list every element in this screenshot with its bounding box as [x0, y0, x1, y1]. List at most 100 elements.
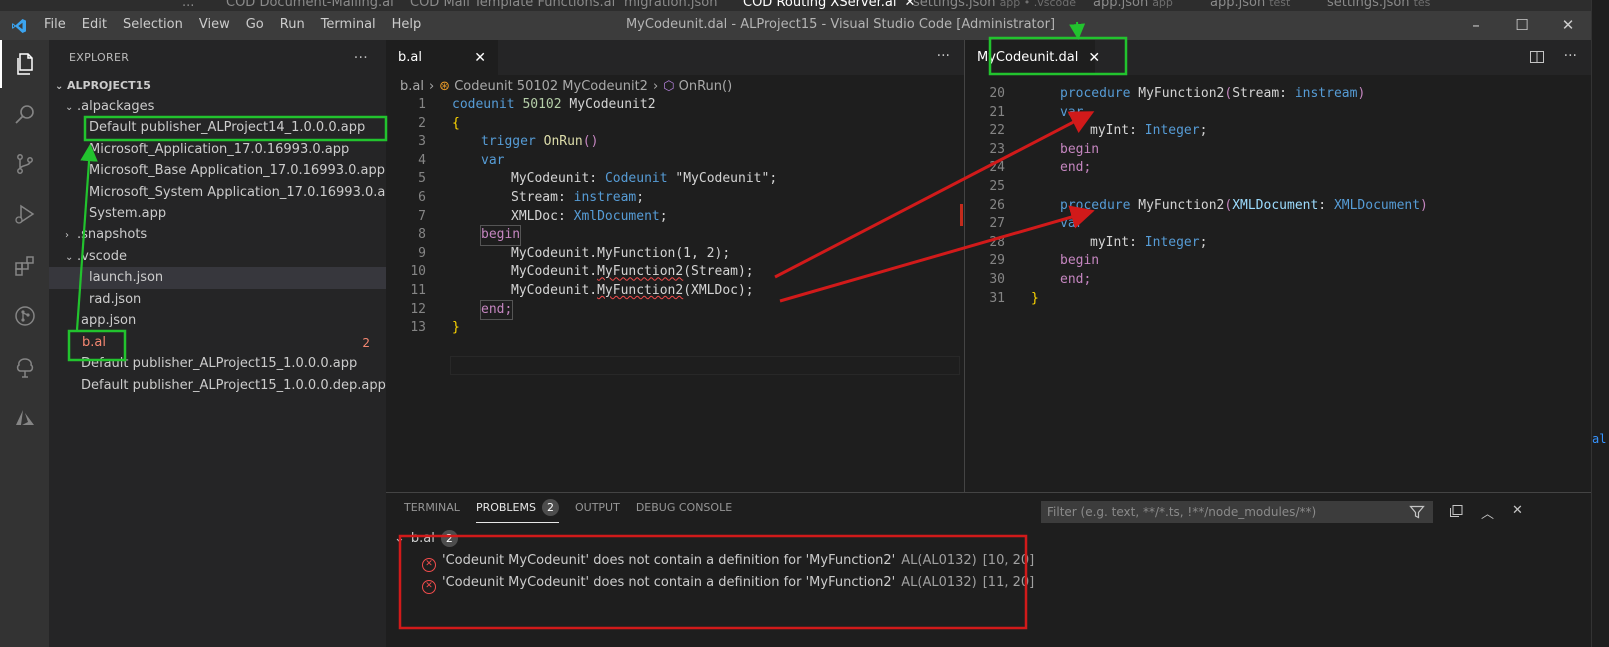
- panel-tabs: TERMINAL PROBLEMS 2 OUTPUT DEBUG CONSOLE: [404, 499, 748, 523]
- tree-item-file-selected[interactable]: launch.json: [49, 267, 386, 289]
- project-root[interactable]: ⌄ ALPROJECT15: [49, 75, 386, 97]
- tab-problems[interactable]: PROBLEMS 2: [475, 499, 559, 523]
- tree-item-file[interactable]: Default publisher_ALProject15_1.0.0.0.de…: [49, 375, 386, 397]
- code-line: end;: [1060, 272, 1092, 287]
- tree-item-file[interactable]: Default publisher_ALProject15_1.0.0.0.ap…: [49, 353, 386, 375]
- background-tab[interactable]: settings.json tes: [1327, 0, 1430, 10]
- chevron-right-icon: ›: [652, 79, 659, 94]
- problems-file-group[interactable]: ⌄ b.al 2: [394, 528, 458, 550]
- collapse-all-icon[interactable]: [1448, 503, 1464, 519]
- code-line: {: [452, 115, 460, 131]
- problem-item[interactable]: ✕ 'Codeunit MyCodeunit' does not contain …: [422, 550, 1034, 572]
- line-number: 21: [989, 104, 1005, 120]
- line-number: 13: [410, 320, 426, 336]
- breadcrumb-file[interactable]: b.al: [400, 79, 424, 94]
- background-tab-sub: test: [1269, 0, 1291, 9]
- line-number: 20: [989, 86, 1005, 101]
- problems-count-badge: 2: [541, 499, 559, 516]
- right-edge-strip: al: [1591, 0, 1609, 647]
- background-tab[interactable]: settings.json app • .vscode: [913, 0, 1076, 10]
- problem-source: AL(AL0132): [901, 575, 977, 590]
- tree-item-label: .snapshots: [77, 227, 148, 242]
- breadcrumb-codeunit[interactable]: Codeunit 50102 MyCodeunit2: [454, 79, 648, 94]
- more-actions-icon[interactable]: ···: [937, 48, 950, 64]
- current-line-highlight: [450, 356, 960, 375]
- tab-b-al[interactable]: b.al ✕: [386, 40, 498, 75]
- search-icon[interactable]: [0, 90, 49, 138]
- tree-item-folder[interactable]: › .snapshots: [49, 224, 386, 246]
- git-icon[interactable]: [0, 292, 49, 340]
- background-tab-strip: ... COD Document-Mailing.al COD Mail Tem…: [0, 0, 1609, 11]
- tree-icon[interactable]: [0, 344, 49, 392]
- maximize-panel-icon[interactable]: ︿: [1481, 503, 1494, 522]
- tree-item-file[interactable]: Microsoft_System Application_17.0.16993.…: [49, 182, 402, 204]
- code-line: var: [481, 152, 505, 168]
- background-tab[interactable]: migration.json: [624, 0, 717, 10]
- filter-icon[interactable]: [1409, 504, 1425, 520]
- tab-mycodeunit-dal[interactable]: MyCodeunit.dal ✕: [965, 40, 1100, 75]
- code-editor-left[interactable]: 1 codeunit 50102 MyCodeunit2 2 { 3 trigger …: [386, 96, 964, 486]
- close-icon[interactable]: ✕: [1088, 50, 1100, 66]
- azure-icon[interactable]: [0, 394, 49, 442]
- tab-label: MyCodeunit.dal: [977, 50, 1079, 65]
- tree-item-file[interactable]: rad.json: [49, 289, 386, 311]
- line-number: 4: [418, 152, 426, 168]
- close-window-button[interactable]: ✕: [1545, 11, 1591, 40]
- tree-item-label: System.app: [89, 206, 167, 221]
- problem-location: [11, 20]: [982, 575, 1035, 590]
- problems-file-label: b.al: [410, 531, 435, 546]
- extensions-icon[interactable]: [0, 242, 49, 290]
- code-line: myInt: Integer;: [1090, 234, 1208, 250]
- close-icon[interactable]: ✕: [474, 50, 486, 66]
- more-actions-icon[interactable]: ···: [354, 50, 368, 66]
- explorer-icon[interactable]: [0, 40, 49, 88]
- line-number: 27: [989, 216, 1005, 232]
- tree-item-file[interactable]: System.app: [49, 203, 386, 225]
- line-number: 31: [989, 290, 1005, 306]
- tree-item-folder[interactable]: ⌄ .vscode: [49, 246, 386, 268]
- line-number: 9: [418, 245, 426, 261]
- chevron-right-icon: ›: [428, 79, 435, 94]
- background-tab-active[interactable]: COD Routing XServer.al ✕: [743, 0, 915, 10]
- code-line: }: [452, 320, 460, 336]
- tab-label: b.al: [398, 50, 422, 65]
- run-debug-icon[interactable]: [0, 190, 49, 238]
- tree-item-file[interactable]: Microsoft_Base Application_17.0.16993.0.…: [49, 160, 386, 182]
- line-number: 8: [418, 227, 426, 243]
- line-number: 10: [410, 264, 426, 280]
- editor-group-left: b.al ✕ ··· b.al › ⊛ Codeunit 50102 MyCodeu…: [386, 40, 964, 492]
- problems-filter-input[interactable]: Filter (e.g. text, **/*.ts, !**/node_mod…: [1041, 501, 1433, 523]
- background-tab[interactable]: COD Mail Template Functions.al: [410, 0, 615, 10]
- more-actions-icon[interactable]: ···: [1564, 48, 1577, 64]
- code-editor-right[interactable]: 20 procedure MyFunction2(Stream: instream…: [965, 85, 1591, 485]
- background-tab-overflow[interactable]: ...: [182, 0, 194, 10]
- tab-debug-console[interactable]: DEBUG CONSOLE: [636, 501, 732, 523]
- background-tab[interactable]: app.json test: [1210, 0, 1290, 10]
- source-control-icon[interactable]: [0, 140, 49, 188]
- line-number: 22: [989, 123, 1005, 139]
- problem-item[interactable]: ✕ 'Codeunit MyCodeunit' does not contain …: [422, 572, 1034, 594]
- tab-terminal[interactable]: TERMINAL: [404, 501, 460, 523]
- background-tab[interactable]: COD Document-Mailing.al: [226, 0, 394, 10]
- tree-item-file[interactable]: Microsoft_Application_17.0.16993.0.app: [49, 139, 386, 161]
- maximize-button[interactable]: ☐: [1499, 11, 1545, 40]
- close-panel-icon[interactable]: ✕: [1512, 503, 1523, 518]
- tree-item-label: launch.json: [89, 270, 164, 285]
- background-tab-sub: app • .vscode: [999, 0, 1077, 9]
- tree-item-file[interactable]: Default publisher_ALProject14_1.0.0.0.ap…: [49, 117, 386, 139]
- tree-item-folder[interactable]: ⌄ .alpackages: [49, 96, 386, 118]
- line-number: 11: [410, 283, 426, 298]
- background-tab[interactable]: app.json app: [1093, 0, 1173, 10]
- tree-item-file[interactable]: app.json: [49, 310, 386, 332]
- code-line: MyCodeunit.MyFunction(1, 2);: [511, 245, 731, 261]
- code-line: procedure MyFunction2(XMLDocument: XMLDo…: [1060, 197, 1428, 213]
- tab-output[interactable]: OUTPUT: [575, 501, 620, 523]
- chevron-right-icon: ›: [65, 230, 69, 241]
- line-number: 28: [989, 234, 1005, 250]
- tree-item-file-error[interactable]: b.al 2: [49, 332, 386, 354]
- split-editor-icon[interactable]: [1529, 49, 1545, 65]
- breadcrumb-trigger[interactable]: OnRun(): [679, 79, 733, 94]
- minimize-button[interactable]: –: [1453, 11, 1499, 40]
- line-number: 5: [418, 171, 426, 187]
- code-line: begin: [1060, 253, 1100, 269]
